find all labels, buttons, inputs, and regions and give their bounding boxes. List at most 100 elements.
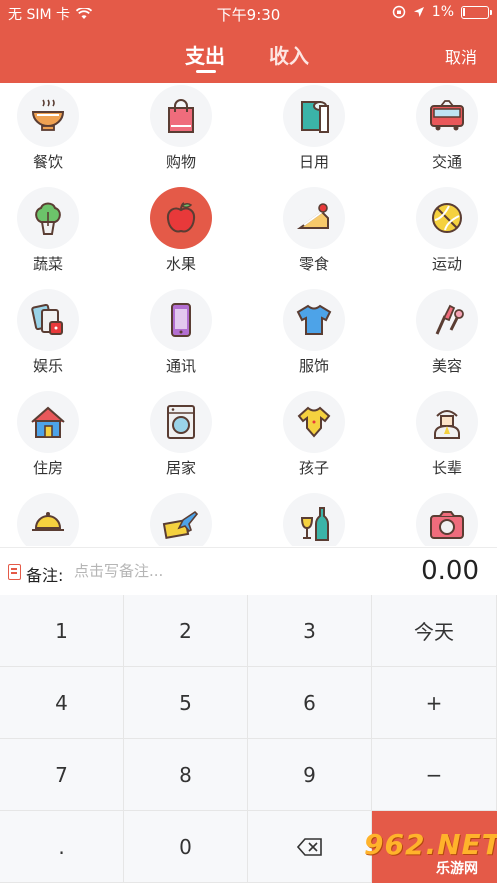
note-icon	[8, 564, 21, 580]
remark-input[interactable]	[74, 562, 334, 580]
category-icon-circle	[283, 289, 345, 351]
key-4[interactable]: 4	[0, 667, 124, 739]
category-label: 美容	[431, 357, 462, 375]
remark-label: 备注:	[26, 566, 64, 585]
key-9[interactable]: 9	[248, 739, 372, 811]
wine-icon	[300, 507, 329, 541]
app-screen: 无 SIM 卡 下午9:30 1% 支出 收入 取消 餐饮 购物 日用 交通 蔬…	[0, 0, 497, 883]
category-icon-circle	[17, 85, 79, 147]
dining-icon	[32, 512, 64, 531]
house-icon	[31, 406, 65, 438]
cake-icon	[296, 203, 329, 229]
backspace-button[interactable]	[248, 811, 372, 883]
category-item[interactable]: 美容	[399, 287, 497, 389]
category-icon-circle	[150, 289, 212, 351]
key-3[interactable]: 3	[248, 595, 372, 667]
category-item[interactable]: 住房	[0, 389, 124, 491]
washing-machine-icon	[167, 405, 195, 439]
watermark-brand: 962.NET	[364, 828, 497, 861]
apple-icon	[166, 202, 196, 233]
category-item[interactable]: 交通	[399, 83, 497, 185]
category-label: 娱乐	[32, 357, 63, 375]
category-icon-circle	[150, 85, 212, 147]
category-icon-circle	[283, 391, 345, 453]
camera-icon	[430, 511, 464, 539]
key-1[interactable]: 1	[0, 595, 124, 667]
backspace-icon	[296, 837, 322, 856]
header-bar: 无 SIM 卡 下午9:30 1% 支出 收入 取消	[0, 0, 497, 83]
category-grid: 餐饮 购物 日用 交通 蔬菜 水果 零食 运动 娱乐 通讯 服饰 美容 住房 居…	[0, 83, 497, 546]
key-today[interactable]: 今天	[372, 595, 497, 667]
category-label: 住房	[32, 459, 63, 477]
category-item[interactable]: 水果	[133, 185, 257, 287]
category-item[interactable]: 服饰	[266, 287, 390, 389]
key-dot[interactable]: .	[0, 811, 124, 883]
category-label: 居家	[165, 459, 196, 477]
category-label: 零食	[298, 255, 329, 273]
category-label: 蔬菜	[32, 255, 63, 273]
category-item[interactable]: 餐饮	[0, 83, 124, 185]
category-item[interactable]: 娱乐	[0, 287, 124, 389]
watermark-subtitle: 乐游网	[436, 861, 478, 877]
key-plus[interactable]: +	[372, 667, 497, 739]
category-item[interactable]: 长辈	[399, 389, 497, 491]
category-item[interactable]: 居家	[133, 389, 257, 491]
category-item[interactable]	[0, 491, 124, 546]
location-icon	[413, 7, 424, 17]
category-label: 餐饮	[32, 153, 63, 171]
key-2[interactable]: 2	[124, 595, 248, 667]
key-0[interactable]: 0	[124, 811, 248, 883]
category-label: 运动	[431, 255, 462, 273]
category-label: 交通	[431, 153, 462, 171]
category-item[interactable]: 孩子	[266, 389, 390, 491]
category-item[interactable]	[399, 491, 497, 546]
amount-display: 0.00	[421, 556, 479, 586]
category-icon-circle	[150, 493, 212, 546]
category-label: 水果	[165, 255, 196, 273]
cancel-button[interactable]: 取消	[445, 44, 477, 68]
category-label: 孩子	[298, 459, 329, 477]
battery-percent: 1%	[431, 4, 454, 20]
category-icon-circle	[17, 187, 79, 249]
category-item[interactable]: 通讯	[133, 287, 257, 389]
category-item[interactable]: 日用	[266, 83, 390, 185]
key-8[interactable]: 8	[124, 739, 248, 811]
category-item[interactable]: 零食	[266, 185, 390, 287]
phone-icon	[171, 303, 191, 337]
category-label: 服饰	[298, 357, 329, 375]
elder-icon	[434, 410, 460, 439]
category-icon-circle	[416, 187, 478, 249]
category-icon-circle	[150, 391, 212, 453]
category-item[interactable]	[133, 491, 257, 546]
category-icon-circle	[17, 391, 79, 453]
baby-clothes-icon	[297, 406, 331, 438]
category-label: 日用	[298, 153, 329, 171]
tab-expense[interactable]: 支出	[185, 40, 225, 69]
travel-ticket-icon	[162, 510, 199, 539]
category-item[interactable]: 蔬菜	[0, 185, 124, 287]
key-6[interactable]: 6	[248, 667, 372, 739]
category-icon-circle	[17, 493, 79, 546]
orientation-lock-icon	[392, 5, 406, 19]
key-5[interactable]: 5	[124, 667, 248, 739]
key-minus[interactable]: −	[372, 739, 497, 811]
category-icon-circle	[17, 289, 79, 351]
category-icon-circle	[283, 187, 345, 249]
watermark-logo: 962.NET 乐游网	[360, 826, 497, 878]
category-icon-circle	[283, 493, 345, 546]
category-item[interactable]	[266, 491, 390, 546]
tennis-ball-icon	[432, 203, 462, 233]
bowl-icon	[31, 99, 65, 131]
key-7[interactable]: 7	[0, 739, 124, 811]
shopping-bag-icon	[168, 99, 194, 133]
category-label: 购物	[165, 153, 196, 171]
category-icon-circle-selected	[150, 187, 212, 249]
vegetable-icon	[35, 202, 61, 235]
category-icon-circle	[416, 493, 478, 546]
category-icon-circle	[416, 85, 478, 147]
category-item[interactable]: 购物	[133, 83, 257, 185]
paper-roll-icon	[301, 101, 329, 133]
category-item[interactable]: 运动	[399, 185, 497, 287]
tab-income[interactable]: 收入	[269, 40, 309, 69]
battery-icon	[461, 5, 492, 19]
